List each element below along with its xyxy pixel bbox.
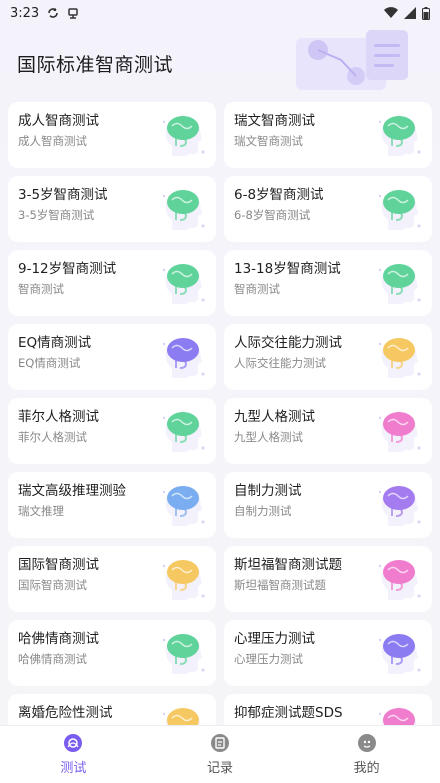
test-card[interactable]: EQ情商测试 EQ情商测试 (8, 324, 216, 390)
brain-green-icon (162, 264, 205, 304)
brain-green-icon (378, 264, 421, 304)
tab-test[interactable]: 测试 (0, 726, 147, 783)
battery-icon (422, 6, 430, 20)
test-card[interactable]: 瑞文高级推理测验 瑞文推理 (8, 472, 216, 538)
test-card[interactable]: 瑞文智商测试 瑞文智商测试 (224, 102, 432, 168)
test-card[interactable]: 自制力测试 自制力测试 (224, 472, 432, 538)
profile-icon (357, 734, 376, 752)
test-card[interactable]: 国际智商测试 国际智商测试 (8, 546, 216, 612)
sync-icon (48, 8, 59, 18)
page-title: 国际标准智商测试 (17, 54, 174, 76)
tab-record[interactable]: 记录 (147, 726, 294, 783)
test-card[interactable]: 3-5岁智商测试 3-5岁智商测试 (8, 176, 216, 242)
brain-purple-icon (378, 634, 421, 674)
tab-label: 记录 (207, 761, 234, 776)
test-card[interactable]: 心理压力测试 心理压力测试 (224, 620, 432, 686)
header-illustration (296, 30, 408, 90)
brain-yellow-icon (378, 338, 421, 378)
test-card[interactable]: 9-12岁智商测试 智商测试 (8, 250, 216, 316)
brain-green-icon (162, 412, 205, 452)
tab-profile[interactable]: 我的 (293, 726, 440, 783)
brain-yellow-icon (162, 560, 205, 600)
tab-label: 测试 (60, 761, 87, 776)
app-notification-icon (68, 8, 78, 19)
test-card[interactable]: 哈佛情商测试 哈佛情商测试 (8, 620, 216, 686)
test-card[interactable]: 6-8岁智商测试 6-8岁智商测试 (224, 176, 432, 242)
test-card[interactable]: 斯坦福智商测试题 斯坦福智商测试题 (224, 546, 432, 612)
test-card[interactable]: 菲尔人格测试 菲尔人格测试 (8, 398, 216, 464)
brain-green-icon (378, 190, 421, 230)
status-bar: 3:23 (0, 0, 440, 26)
wifi-icon (384, 7, 398, 19)
tab-label: 我的 (353, 761, 380, 776)
test-icon (64, 734, 83, 752)
brain-pink-icon (378, 560, 421, 600)
record-icon (211, 734, 229, 752)
test-card[interactable]: 13-18岁智商测试 智商测试 (224, 250, 432, 316)
test-card[interactable]: 成人智商测试 成人智商测试 (8, 102, 216, 168)
brain-pink-icon (378, 412, 421, 452)
brain-green-icon (162, 116, 205, 156)
brain-green-icon (162, 190, 205, 230)
status-time: 3:23 (10, 5, 40, 21)
signal-icon (404, 7, 416, 19)
brain-green-icon (378, 116, 421, 156)
test-card[interactable]: 人际交往能力测试 人际交往能力测试 (224, 324, 432, 390)
test-grid: 成人智商测试 成人智商测试 瑞文智商测试 瑞文智商测试 3-5岁智商测试 3-5… (8, 102, 432, 760)
brain-blue-icon (162, 486, 205, 526)
brain-violet-icon (378, 486, 421, 526)
brain-purple-icon (162, 338, 205, 378)
brain-green-icon (162, 634, 205, 674)
bottom-tab-bar: 测试 记录 我的 (0, 725, 440, 783)
test-card[interactable]: 九型人格测试 九型人格测试 (224, 398, 432, 464)
